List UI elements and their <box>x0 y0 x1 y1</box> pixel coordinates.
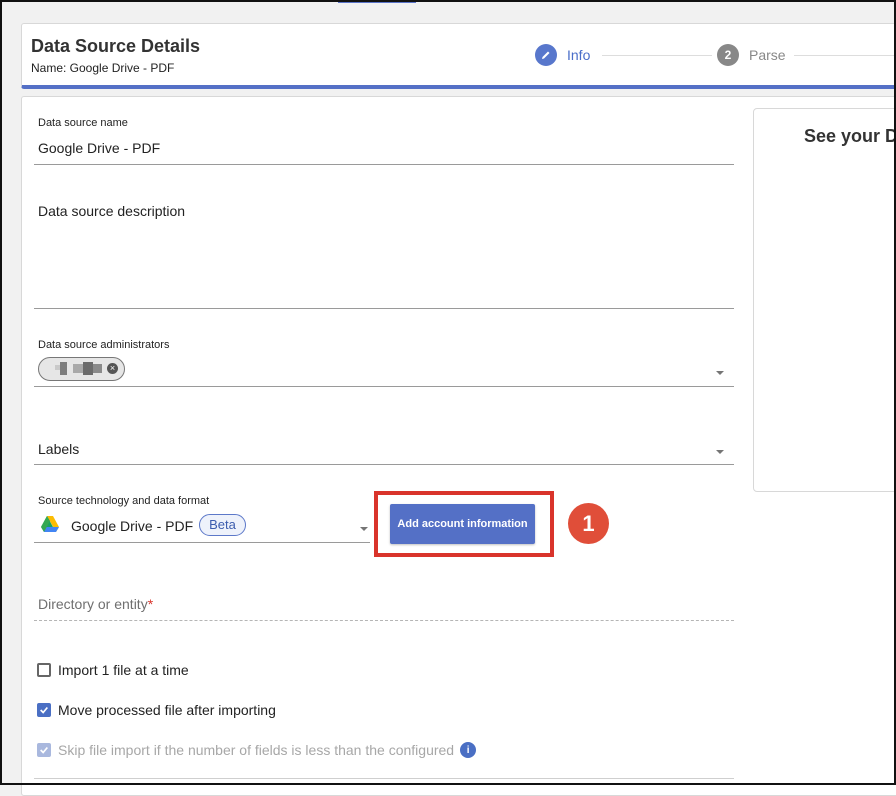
checkmark-icon <box>40 706 48 714</box>
required-marker: * <box>147 596 154 612</box>
description-field[interactable]: Data source description <box>38 203 185 219</box>
info-icon[interactable]: i <box>460 742 477 758</box>
preview-card: See your D <box>753 108 896 492</box>
step-info[interactable]: Info <box>535 44 590 66</box>
section-divider <box>34 778 734 779</box>
skip-import-checkbox <box>37 743 51 757</box>
pencil-icon <box>535 44 557 66</box>
labels-underline <box>34 464 734 465</box>
source-technology-underline <box>34 542 370 543</box>
step-parse-label: Parse <box>749 47 786 63</box>
description-field-underline <box>34 308 734 309</box>
import-one-file-checkbox-row[interactable]: Import 1 file at a time <box>37 662 189 678</box>
redacted-block <box>83 362 93 375</box>
preview-title: See your D <box>804 126 896 146</box>
step-marker: 1 <box>568 503 609 544</box>
source-technology-select[interactable]: Google Drive - PDF <box>71 518 193 534</box>
directory-field-label: Directory or entity <box>38 596 148 612</box>
chevron-down-icon[interactable] <box>716 450 724 454</box>
chevron-down-icon[interactable] <box>716 371 724 375</box>
name-field-underline <box>34 164 734 165</box>
name-field-label: Data source name <box>38 117 128 129</box>
page-subtitle: Name: Google Drive - PDF <box>31 61 175 75</box>
beta-badge: Beta <box>199 514 246 536</box>
source-technology-label: Source technology and data format <box>38 495 210 507</box>
name-field[interactable]: Google Drive - PDF <box>38 140 160 156</box>
top-tab-indicator <box>338 0 416 3</box>
step-connector <box>602 55 712 56</box>
import-one-file-checkbox[interactable] <box>37 663 51 677</box>
google-drive-icon <box>40 515 60 538</box>
import-one-file-label: Import 1 file at a time <box>58 662 189 678</box>
administrators-label: Data source administrators <box>38 339 170 351</box>
redacted-block <box>93 364 102 373</box>
directory-underline <box>34 620 734 621</box>
step-parse-number: 2 <box>717 44 739 66</box>
administrators-underline <box>34 386 734 387</box>
directory-field[interactable]: Directory or entity* <box>38 596 153 612</box>
checkmark-icon <box>40 746 48 754</box>
move-processed-checkbox-row[interactable]: Move processed file after importing <box>37 702 276 718</box>
step-parse[interactable]: 2 Parse <box>717 44 786 66</box>
add-account-information-button[interactable]: Add account information <box>390 504 535 544</box>
move-processed-checkbox[interactable] <box>37 703 51 717</box>
page-title: Data Source Details <box>31 36 201 56</box>
header-card: Data Source Details Name: Google Drive -… <box>21 23 896 89</box>
chevron-down-icon[interactable] <box>360 527 368 531</box>
move-processed-label: Move processed file after importing <box>58 702 276 718</box>
close-icon[interactable]: × <box>107 363 118 374</box>
labels-field[interactable]: Labels <box>38 441 79 457</box>
redacted-block <box>73 364 83 373</box>
skip-import-checkbox-row: Skip file import if the number of fields… <box>37 742 477 758</box>
step-connector <box>794 55 896 56</box>
administrator-chip[interactable]: × <box>38 357 125 381</box>
redacted-block <box>60 362 67 375</box>
skip-import-label: Skip file import if the number of fields… <box>58 742 455 758</box>
step-info-label: Info <box>567 47 591 63</box>
